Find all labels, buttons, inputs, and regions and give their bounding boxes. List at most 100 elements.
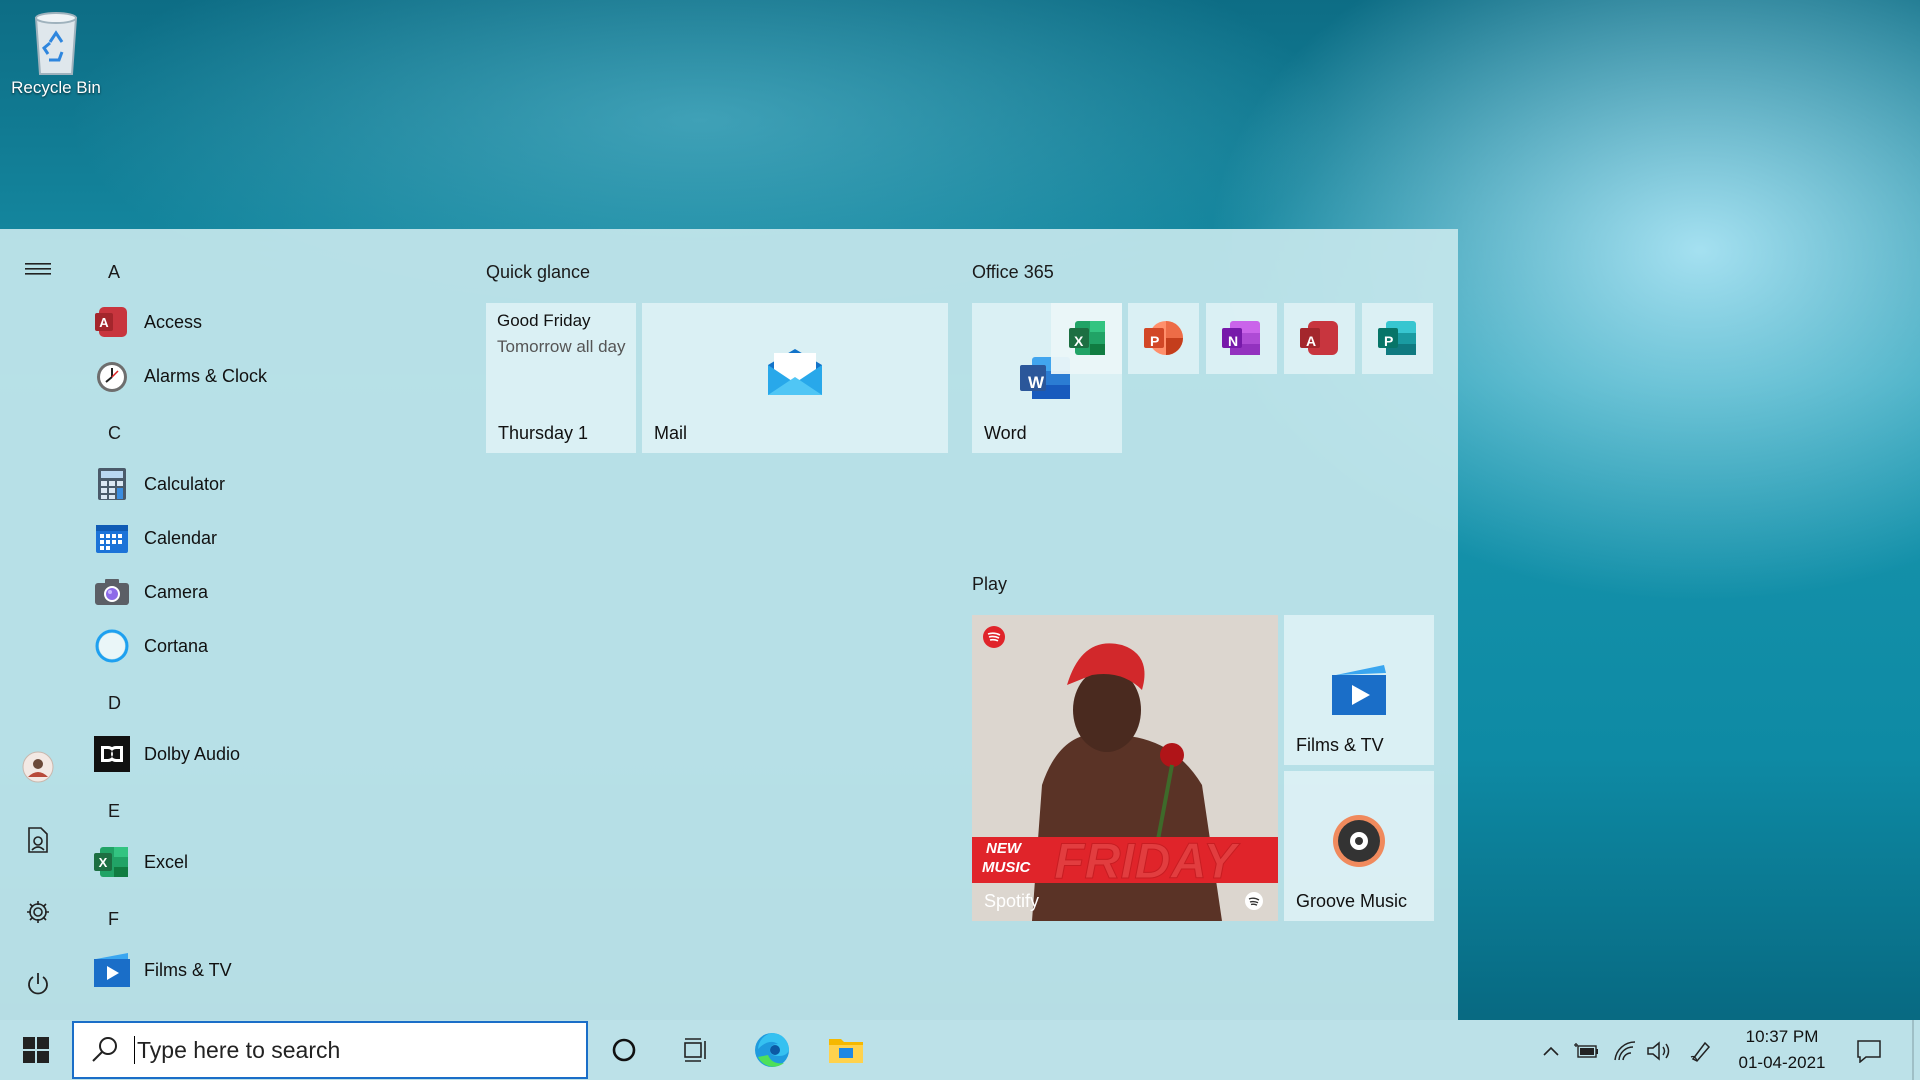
wifi-icon (1614, 1041, 1636, 1061)
spotify-banner-bottom: MUSIC (982, 859, 1031, 876)
cortana-button[interactable] (604, 1030, 644, 1070)
start-menu: A A Access Alarms & Clock C Calculator C… (0, 229, 1458, 1020)
tile-excel-small[interactable]: X (1051, 303, 1122, 374)
excel-icon-letter: X (1074, 333, 1084, 349)
letter-header-f[interactable]: F (108, 909, 119, 930)
app-dolby-audio[interactable]: Dolby Audio (94, 732, 434, 776)
folder-icon (829, 1039, 863, 1063)
edge-icon (755, 1033, 789, 1067)
pen-icon (1690, 1041, 1711, 1062)
calendar-event-detail: Tomorrow all day (497, 337, 626, 356)
dolby-icon (94, 736, 130, 772)
app-label: Excel (144, 851, 189, 872)
group-title-play[interactable]: Play (972, 574, 1007, 595)
publisher-icon (1378, 321, 1416, 355)
spotify-banner-big: FRIDAY (1053, 833, 1237, 889)
spotify-banner-top: NEW (986, 840, 1021, 857)
app-label: Films & TV (144, 959, 232, 980)
recycle-bin-shortcut[interactable]: Recycle Bin (8, 8, 104, 98)
access-icon-letter: A (1306, 333, 1317, 349)
show-hidden-icons-button[interactable] (1538, 1038, 1564, 1064)
app-access[interactable]: A Access (94, 300, 434, 344)
settings-button[interactable] (20, 894, 56, 930)
volume-button[interactable] (1646, 1038, 1672, 1064)
recycle-bin-icon (34, 12, 78, 75)
tile-films-tv[interactable]: Films & TV (1284, 615, 1434, 765)
access-icon: A (95, 307, 127, 337)
group-title-quick-glance[interactable]: Quick glance (486, 262, 590, 283)
cortana-icon (95, 629, 129, 663)
windows-logo-icon (23, 1037, 49, 1063)
app-list: A A Access Alarms & Clock C Calculator C… (90, 229, 470, 1020)
tile-calendar[interactable]: Good Friday Tomorrow all day Thursday 1 (486, 303, 636, 453)
mail-icon (768, 349, 822, 395)
films-tv-tile-label: Films & TV (1296, 735, 1384, 755)
app-calendar[interactable]: Calendar (94, 516, 434, 560)
letter-header-c[interactable]: C (108, 423, 121, 444)
word-tile-label: Word (984, 423, 1027, 443)
edge-button[interactable] (752, 1030, 792, 1070)
app-label: Cortana (144, 635, 209, 656)
calculator-icon (98, 468, 126, 500)
text-caret (134, 1036, 135, 1064)
letter-header-d[interactable]: D (108, 693, 121, 714)
tile-onenote[interactable]: N (1206, 303, 1277, 374)
letter-header-e[interactable]: E (108, 801, 120, 822)
taskbar: Type here to search 10:37 PM 01-04-2021 (0, 1020, 1920, 1080)
word-icon-letter: W (1028, 373, 1045, 392)
start-left-rail (0, 229, 76, 1020)
taskbar-clock[interactable]: 10:37 PM 01-04-2021 (1728, 1024, 1836, 1076)
user-account-button[interactable] (20, 749, 56, 785)
groove-music-icon (1333, 815, 1385, 867)
cortana-ring-icon (612, 1038, 636, 1062)
avatar-icon (22, 751, 54, 783)
app-cortana[interactable]: Cortana (94, 624, 434, 668)
group-title-office[interactable]: Office 365 (972, 262, 1054, 283)
app-calculator[interactable]: Calculator (94, 462, 434, 506)
notification-icon (1857, 1040, 1881, 1063)
app-camera[interactable]: Camera (94, 570, 434, 614)
hamburger-icon (25, 263, 51, 275)
publisher-icon-letter: P (1384, 333, 1394, 349)
spotify-badge-icon (1245, 892, 1263, 910)
file-explorer-button[interactable] (826, 1030, 866, 1070)
expand-menu-button[interactable] (20, 251, 56, 287)
tile-powerpoint[interactable]: P (1128, 303, 1199, 374)
onenote-icon (1222, 321, 1260, 355)
power-icon (28, 973, 48, 995)
camera-icon (95, 579, 129, 605)
power-button[interactable] (20, 966, 56, 1002)
powerpoint-icon-letter: P (1150, 333, 1160, 349)
tile-access-small[interactable]: A (1284, 303, 1355, 374)
documents-button[interactable] (20, 822, 56, 858)
chevron-up-icon (1543, 1046, 1559, 1056)
excel-icon: X (94, 847, 128, 877)
network-button[interactable] (1612, 1038, 1638, 1064)
action-center-button[interactable] (1856, 1038, 1882, 1064)
letter-header-a[interactable]: A (108, 262, 120, 283)
battery-button[interactable] (1574, 1038, 1600, 1064)
task-view-button[interactable] (676, 1030, 716, 1070)
taskbar-search-box[interactable]: Type here to search (72, 1021, 588, 1079)
svg-text:X: X (99, 855, 108, 870)
tile-mail[interactable]: Mail (642, 303, 948, 453)
start-button[interactable] (16, 1030, 56, 1070)
show-desktop-button[interactable] (1912, 1020, 1914, 1080)
tile-groove-music[interactable]: Groove Music (1284, 771, 1434, 921)
app-label: Access (144, 311, 203, 332)
powerpoint-icon (1144, 321, 1183, 355)
onenote-icon-letter: N (1228, 333, 1239, 349)
mail-tile-label: Mail (654, 423, 688, 443)
calendar-day-label: Thursday 1 (498, 423, 589, 443)
app-label: Alarms & Clock (144, 365, 268, 386)
alarm-clock-icon (97, 362, 127, 392)
app-alarms-clock[interactable]: Alarms & Clock (94, 354, 434, 398)
tile-publisher[interactable]: P (1362, 303, 1433, 374)
app-films-tv[interactable]: Films & TV (94, 948, 434, 992)
speaker-icon (1647, 1041, 1670, 1061)
pen-workspace-button[interactable] (1688, 1038, 1714, 1064)
spotify-logo-icon (983, 626, 1005, 648)
tile-spotify[interactable]: NEW MUSIC FRIDAY Spotify (972, 615, 1278, 921)
app-label: Calculator (144, 473, 226, 494)
app-excel[interactable]: X Excel (94, 840, 434, 884)
